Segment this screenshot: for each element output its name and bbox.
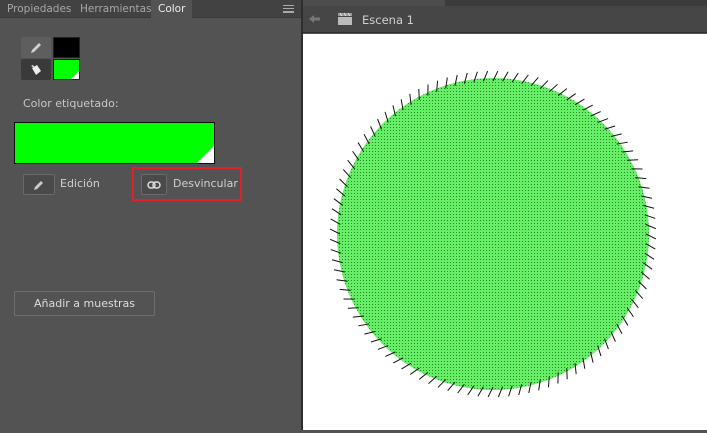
tick-mark xyxy=(402,363,411,369)
tick-mark xyxy=(627,308,633,317)
edit-button[interactable] xyxy=(23,174,55,195)
panel-menu-icon[interactable] xyxy=(283,5,294,13)
link-icon xyxy=(147,180,161,190)
unlink-button[interactable] xyxy=(141,174,167,195)
back-arrow-icon[interactable] xyxy=(309,14,321,24)
green-circle-shape[interactable] xyxy=(337,78,649,390)
panel-tabs: Propiedades Herramientas Color xyxy=(0,0,301,18)
stage-canvas[interactable] xyxy=(303,34,707,430)
tick-mark xyxy=(622,316,628,325)
scene-bar: Escena 1 xyxy=(303,6,707,33)
color-panel: Propiedades Herramientas Color Color eti… xyxy=(0,0,301,430)
pencil-icon xyxy=(29,41,43,55)
stroke-color-swatch[interactable] xyxy=(53,37,80,58)
labeled-color-swatch[interactable] xyxy=(14,122,215,164)
tick-mark xyxy=(353,151,359,160)
tick-mark xyxy=(410,368,419,374)
scene-clapperboard-icon xyxy=(337,12,353,26)
edit-label: Edición xyxy=(60,177,100,190)
tab-propiedades[interactable]: Propiedades xyxy=(0,0,78,18)
add-to-swatches-button[interactable]: Añadir a muestras xyxy=(14,291,155,316)
pencil-icon xyxy=(33,179,45,191)
stroke-color-button[interactable] xyxy=(21,37,51,58)
tick-mark xyxy=(358,143,364,152)
tick-mark xyxy=(567,94,576,100)
stage-drawing xyxy=(303,34,707,430)
scene-title: Escena 1 xyxy=(362,13,414,27)
tick-mark xyxy=(575,99,584,105)
labeled-color-label: Color etiquetado: xyxy=(23,97,119,110)
fill-color-swatch[interactable] xyxy=(53,59,80,80)
tab-color[interactable]: Color xyxy=(151,0,192,19)
tab-herramientas[interactable]: Herramientas xyxy=(73,0,159,18)
fill-color-button[interactable] xyxy=(21,59,51,80)
paint-bucket-icon xyxy=(29,63,43,77)
unlink-label: Desvincular xyxy=(173,177,238,190)
